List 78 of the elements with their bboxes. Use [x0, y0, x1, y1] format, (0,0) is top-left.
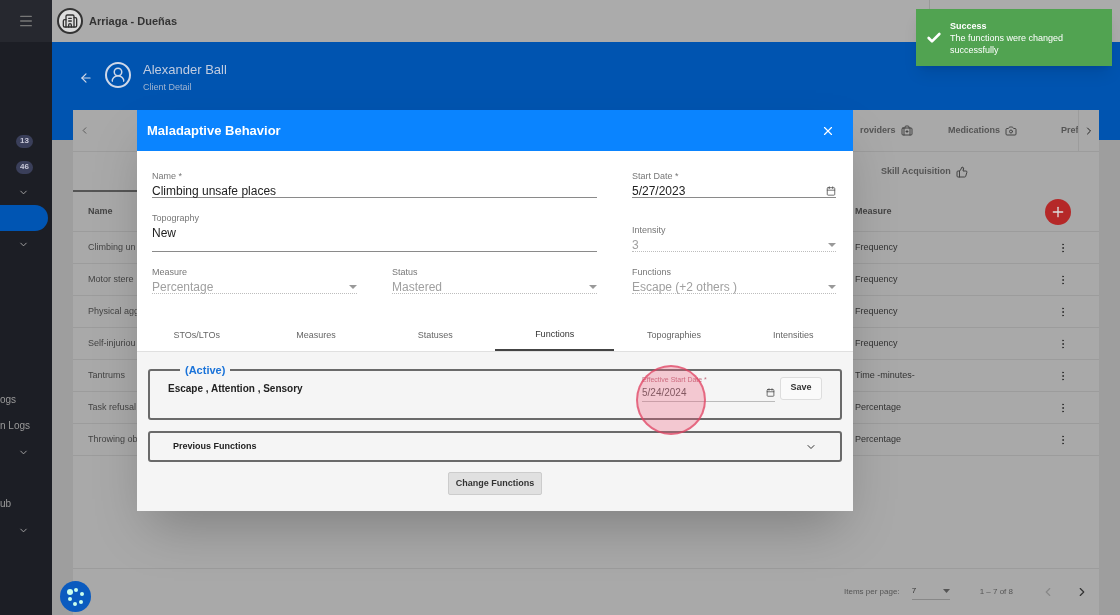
field-value: 5/27/2023 [632, 183, 686, 200]
dialog-tab[interactable]: Intensities [733, 321, 853, 351]
user-icon [105, 62, 131, 88]
active-functions-text: Escape , Attention , Sensory [168, 381, 304, 396]
section-tab[interactable]: Skill Acquisition [881, 165, 968, 179]
change-functions-button[interactable]: Change Functions [448, 472, 542, 495]
toast-message: The functions were changed successfully [950, 31, 1065, 56]
table-cell-text: Frequency [855, 304, 899, 318]
dropdown-caret-icon [589, 285, 597, 289]
table-cell-text: Climbing un [88, 240, 137, 254]
field-label: Start Date * [632, 170, 680, 182]
field-value: New [152, 225, 176, 242]
field-value: Mastered [392, 279, 443, 296]
page-size-select[interactable]: 7 [911, 584, 950, 600]
client-name: Alexander Ball [143, 62, 227, 78]
active-nav-item[interactable] [0, 205, 48, 231]
table-cell-text: Frequency [855, 272, 899, 286]
dialog-tab[interactable]: Statuses [375, 321, 495, 351]
toast-title: Success [950, 19, 988, 32]
table-cell-text: Percentage [855, 432, 903, 446]
field-value: Climbing unsafe places [152, 183, 277, 200]
nav-item[interactable]: n Logs [0, 413, 52, 439]
dropdown-caret-icon [828, 243, 836, 247]
field-label: Intensity [632, 224, 667, 236]
previous-functions-panel[interactable]: Previous Functions [148, 431, 842, 462]
nav-item[interactable]: ogs [0, 387, 52, 413]
nav-item[interactable]: ub [0, 491, 52, 517]
table-cell-text: Percentage [855, 400, 903, 414]
form-field[interactable]: Name * Climbing unsafe places [152, 170, 597, 198]
dropdown-caret-icon [942, 588, 950, 593]
items-per-page-label: Items per page: [844, 586, 900, 598]
dialog-title: Maladaptive Behavior [147, 121, 281, 140]
panel-title: Previous Functions [173, 439, 257, 453]
field-label: Name * [152, 170, 183, 182]
client-subtitle: Client Detail [143, 81, 193, 94]
field-label: Status [392, 266, 419, 278]
save-button[interactable]: Save [780, 376, 822, 400]
field-label: Measure [152, 266, 188, 278]
column-header: Name [88, 204, 114, 218]
table-cell-text: Self-injuriou [88, 336, 137, 350]
form-field[interactable]: Start Date * 5/27/2023 [632, 170, 836, 198]
table-cell-text: Frequency [855, 336, 899, 350]
table-cell-text: Task refusal [88, 400, 137, 414]
calendar-icon[interactable] [766, 388, 775, 397]
page-range: 1 – 7 of 8 [979, 586, 1013, 598]
thumbs-up-icon [955, 166, 968, 178]
dialog-tab[interactable]: Topographies [614, 321, 734, 351]
client-tab[interactable]: roviders [860, 123, 948, 138]
loading-spinner-icon [60, 581, 91, 612]
form-field[interactable]: Topography New [152, 212, 597, 252]
calendar-icon[interactable] [826, 186, 836, 196]
table-cell-text: Tantrums [88, 368, 126, 382]
active-legend: (Active) [180, 362, 231, 379]
dropdown-caret-icon [349, 285, 357, 289]
client-tab[interactable]: Medications [948, 123, 1061, 138]
column-header: Measure [855, 204, 893, 218]
table-cell-text: Throwing ob [88, 432, 137, 446]
field-value: 5/24/2024 [642, 385, 687, 400]
medical-bag-icon [900, 124, 913, 137]
brand-name: Arriaga - Dueñas [89, 13, 178, 29]
camera-icon [1005, 124, 1017, 137]
count-badge: 13 [16, 134, 33, 148]
table-cell-text: Time -minutes- [855, 368, 916, 382]
client-tab[interactable]: Pref [1061, 123, 1078, 138]
dialog-tab[interactable]: Measures [256, 321, 376, 351]
dialog-tab[interactable]: STOs/LTOs [137, 321, 257, 351]
menu-icon[interactable] [18, 13, 34, 29]
add-button[interactable] [1045, 198, 1071, 225]
field-value: Percentage [152, 279, 214, 296]
field-value: 3 [632, 237, 639, 254]
dropdown-caret-icon [828, 285, 836, 289]
table-cell-text: Frequency [855, 240, 899, 254]
field-label: Topography [152, 212, 201, 224]
field-value: Escape (+2 others ) [632, 279, 738, 296]
field-label: Functions [632, 266, 673, 278]
count-badge: 46 [16, 160, 33, 174]
logo-icon [57, 8, 83, 34]
table-cell-text: Motor stere [88, 272, 135, 286]
